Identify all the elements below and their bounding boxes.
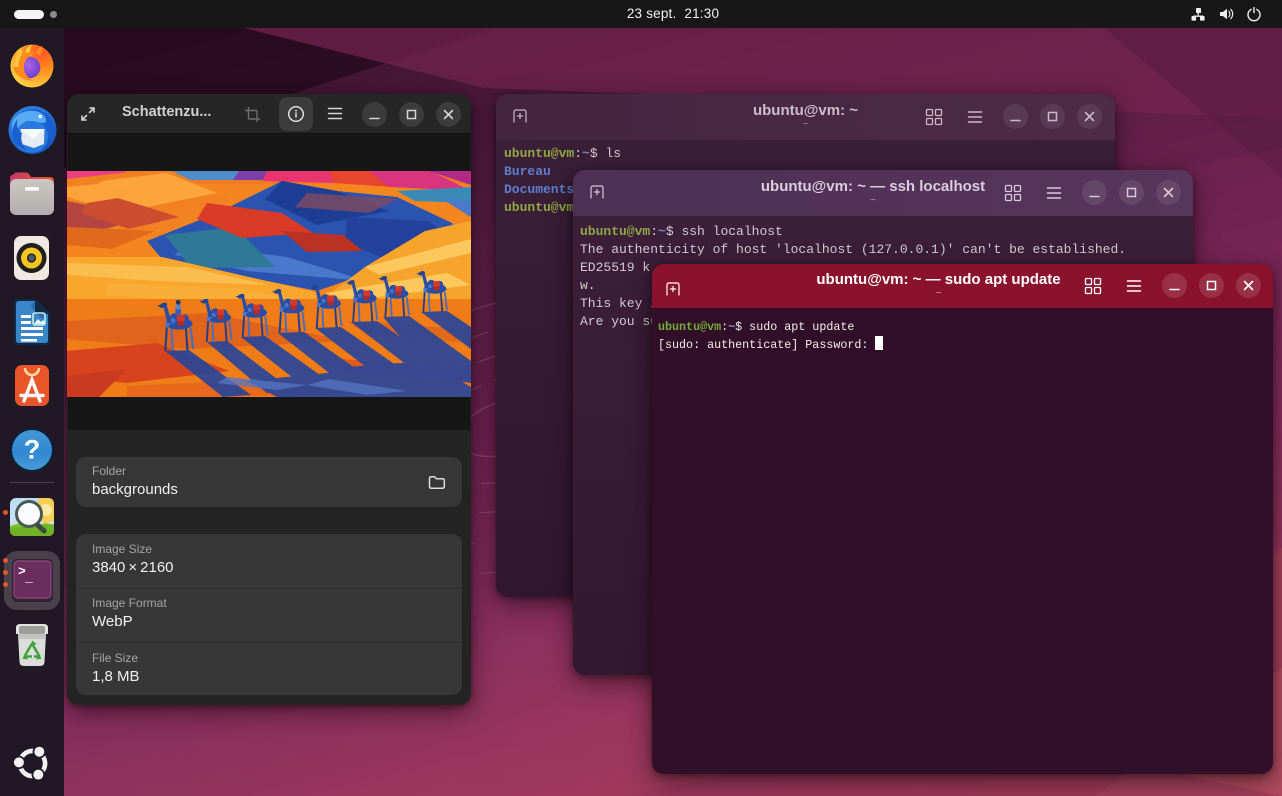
svg-text:_: _ xyxy=(24,570,33,585)
svg-text:?: ? xyxy=(24,435,41,465)
